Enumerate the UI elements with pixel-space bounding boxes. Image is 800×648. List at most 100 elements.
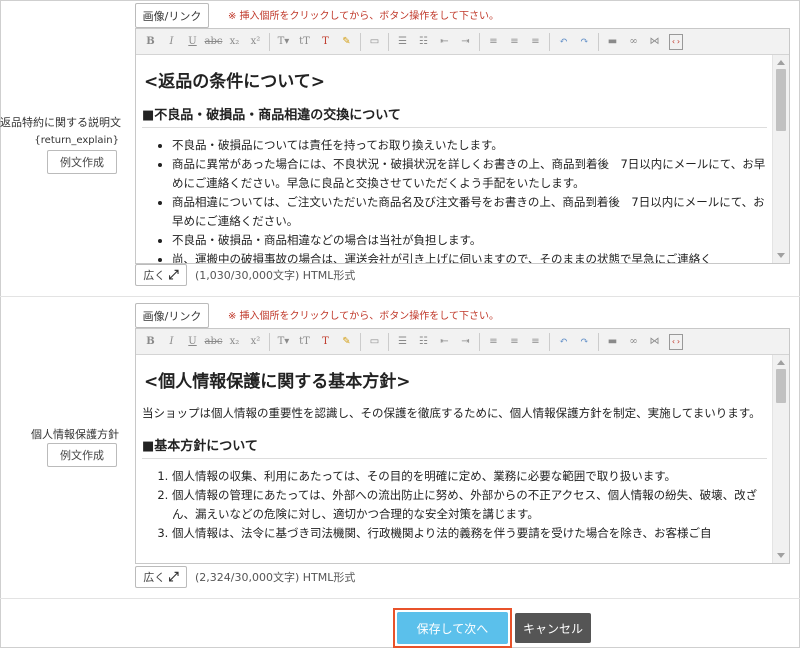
cancel-button[interactable]: キャンセル	[515, 613, 591, 643]
text-size-icon[interactable]: T▾	[273, 32, 294, 52]
underline-icon[interactable]: U	[182, 32, 203, 52]
editor-heading: <個人情報保護に関する基本方針>	[144, 372, 411, 392]
subscript-icon[interactable]: x₂	[224, 332, 245, 352]
list-item: 尚、運搬中の破損事故の場合は、運送会社が引き上げに伺いますので、そのままの状態で…	[172, 250, 767, 263]
font-size-icon[interactable]: tT	[294, 332, 315, 352]
italic-icon[interactable]: I	[161, 32, 182, 52]
align-center-icon[interactable]: ≡	[504, 32, 525, 52]
underline-icon[interactable]: U	[182, 332, 203, 352]
subscript-icon[interactable]: x₂	[224, 32, 245, 52]
row-divider	[0, 296, 800, 297]
outdent-icon[interactable]: ⇤	[434, 32, 455, 52]
image-link-button[interactable]: 画像/リンク	[135, 3, 209, 28]
bold-icon[interactable]: B	[140, 32, 161, 52]
toolbar-separator	[269, 32, 270, 51]
unlink-icon[interactable]: ⋈	[644, 332, 665, 352]
widen-label: 広く	[143, 571, 166, 584]
editor-footer: 広く ⤢ (2,324/30,000文字) HTML形式	[135, 566, 355, 588]
numbered-list: 個人情報の収集、利用にあたっては、その目的を明確に定め、業務に必要な範囲で取り扱…	[142, 467, 767, 543]
save-next-button[interactable]: 保存して次へ	[397, 612, 508, 644]
numbered-list-icon[interactable]: ☷	[413, 332, 434, 352]
field-label: 返品特約に関する説明文	[0, 116, 121, 129]
source-icon[interactable]: ‹›	[669, 33, 683, 50]
toolbar-separator	[479, 32, 480, 51]
superscript-icon[interactable]: x²	[245, 32, 266, 52]
toolbar-separator	[598, 332, 599, 351]
editor-footer: 広く ⤢ (1,030/30,000文字) HTML形式	[135, 264, 355, 286]
copy-format-icon[interactable]: ✎	[336, 332, 357, 352]
toolbar-separator	[360, 332, 361, 351]
char-count: (2,324/30,000文字) HTML形式	[195, 571, 356, 584]
field-variable: {return_explain}	[34, 135, 119, 146]
editor-subheading: ■不良品・破損品・商品相違の交換について	[142, 104, 767, 128]
text-color-icon[interactable]: T	[315, 332, 336, 352]
align-center-icon[interactable]: ≡	[504, 332, 525, 352]
superscript-icon[interactable]: x²	[245, 332, 266, 352]
toolbar-separator	[388, 332, 389, 351]
editor-content[interactable]: <個人情報保護に関する基本方針> 当ショップは個人情報の重要性を認識し、その保護…	[136, 355, 789, 563]
list-item: 商品相違については、ご注文いただいた商品名及び注文番号をお書きの上、商品到着後 …	[172, 193, 767, 231]
editor-scrollbar[interactable]	[772, 55, 789, 263]
toolbar-separator	[598, 32, 599, 51]
indent-icon[interactable]: ⇥	[455, 32, 476, 52]
image-link-button[interactable]: 画像/リンク	[135, 303, 209, 328]
editor-paragraph: 当ショップは個人情報の重要性を認識し、その保護を徹底するために、個人情報保護方針…	[142, 406, 761, 420]
sample-text-button[interactable]: 例文作成	[47, 443, 117, 467]
indent-icon[interactable]: ⇥	[455, 332, 476, 352]
align-right-icon[interactable]: ≡	[525, 32, 546, 52]
bullet-list: 不良品・破損品については責任を持ってお取り換えいたします。 商品に異常があった場…	[142, 136, 767, 263]
table-icon[interactable]: ▭	[364, 332, 385, 352]
numbered-list-icon[interactable]: ☷	[413, 32, 434, 52]
widen-button[interactable]: 広く ⤢	[135, 566, 187, 588]
list-item: 個人情報の収集、利用にあたっては、その目的を明確に定め、業務に必要な範囲で取り扱…	[172, 467, 767, 486]
redo-icon[interactable]: ↷	[574, 332, 595, 352]
editor-heading: <返品の条件について>	[144, 72, 325, 92]
text-color-icon[interactable]: T	[315, 32, 336, 52]
toolbar-separator	[269, 332, 270, 351]
scroll-down-icon[interactable]	[777, 253, 785, 258]
font-size-icon[interactable]: tT	[294, 32, 315, 52]
sample-text-button[interactable]: 例文作成	[47, 150, 117, 174]
scroll-up-icon[interactable]	[777, 360, 785, 365]
scroll-down-icon[interactable]	[777, 553, 785, 558]
char-count: (1,030/30,000文字) HTML形式	[195, 269, 356, 282]
horizontal-rule-icon[interactable]: ▬	[602, 332, 623, 352]
strikethrough-icon[interactable]: abc	[203, 332, 224, 352]
editor-scrollbar[interactable]	[772, 355, 789, 563]
scroll-thumb[interactable]	[776, 369, 786, 403]
link-icon[interactable]: ∞	[623, 332, 644, 352]
table-icon[interactable]: ▭	[364, 32, 385, 52]
unlink-icon[interactable]: ⋈	[644, 32, 665, 52]
scroll-thumb[interactable]	[776, 69, 786, 131]
privacy-policy-label-group: 個人情報保護方針	[0, 428, 127, 442]
list-item: 商品に異常があった場合には、不良状況・破損状況を詳しくお書きの上、商品到着後 7…	[172, 155, 767, 193]
editor-subheading: ■基本方針について	[142, 435, 767, 459]
align-left-icon[interactable]: ≡	[483, 32, 504, 52]
bulleted-list-icon[interactable]: ☰	[392, 32, 413, 52]
undo-icon[interactable]: ↶	[553, 332, 574, 352]
text-size-icon[interactable]: T▾	[273, 332, 294, 352]
widen-label: 広く	[143, 269, 166, 282]
toolbar-separator	[479, 332, 480, 351]
copy-format-icon[interactable]: ✎	[336, 32, 357, 52]
align-left-icon[interactable]: ≡	[483, 332, 504, 352]
rich-text-editor[interactable]: B I U abc x₂ x² T▾ tT T ✎ ▭ ☰ ☷ ⇤ ⇥ ≡ ≡ …	[135, 28, 790, 264]
strikethrough-icon[interactable]: abc	[203, 32, 224, 52]
horizontal-rule-icon[interactable]: ▬	[602, 32, 623, 52]
bulleted-list-icon[interactable]: ☰	[392, 332, 413, 352]
outdent-icon[interactable]: ⇤	[434, 332, 455, 352]
list-item: 不良品・破損品・商品相違などの場合は当社が負担します。	[172, 231, 767, 250]
italic-icon[interactable]: I	[161, 332, 182, 352]
editor-content[interactable]: <返品の条件について> ■不良品・破損品・商品相違の交換について 不良品・破損品…	[136, 55, 789, 263]
redo-icon[interactable]: ↷	[574, 32, 595, 52]
rich-text-editor[interactable]: B I U abc x₂ x² T▾ tT T ✎ ▭ ☰ ☷ ⇤ ⇥ ≡ ≡ …	[135, 328, 790, 564]
insert-note: ※ 挿入個所をクリックしてから、ボタン操作をして下さい。	[228, 11, 499, 22]
widen-button[interactable]: 広く ⤢	[135, 264, 187, 286]
undo-icon[interactable]: ↶	[553, 32, 574, 52]
toolbar-separator	[549, 32, 550, 51]
align-right-icon[interactable]: ≡	[525, 332, 546, 352]
link-icon[interactable]: ∞	[623, 32, 644, 52]
bold-icon[interactable]: B	[140, 332, 161, 352]
scroll-up-icon[interactable]	[777, 60, 785, 65]
source-icon[interactable]: ‹›	[669, 333, 683, 350]
